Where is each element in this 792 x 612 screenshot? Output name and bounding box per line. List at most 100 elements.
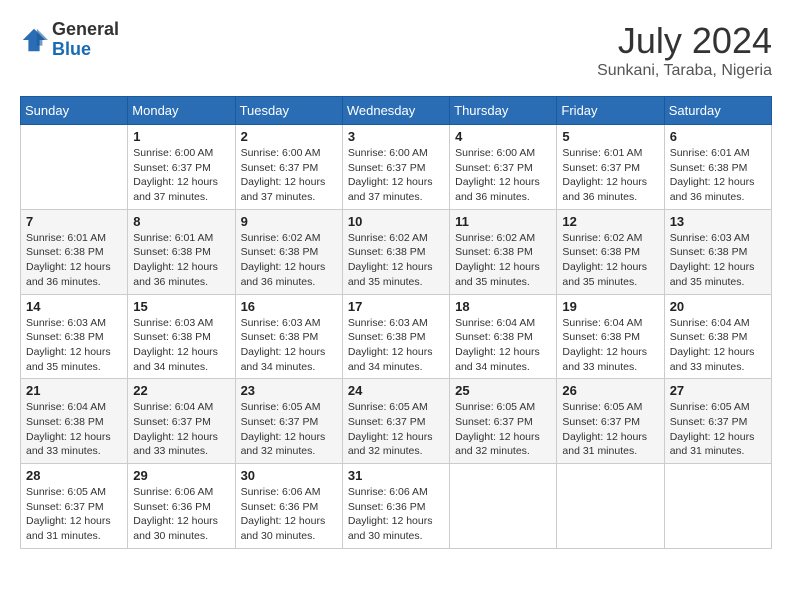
- day-cell: 2 Sunrise: 6:00 AM Sunset: 6:37 PM Daylig…: [235, 125, 342, 210]
- day-number: 17: [348, 299, 444, 314]
- day-info: Sunrise: 6:01 AM Sunset: 6:37 PM Dayligh…: [562, 146, 658, 205]
- day-cell: 31 Sunrise: 6:06 AM Sunset: 6:36 PM Dayli…: [342, 464, 449, 549]
- day-info: Sunrise: 6:00 AM Sunset: 6:37 PM Dayligh…: [348, 146, 444, 205]
- day-info: Sunrise: 6:01 AM Sunset: 6:38 PM Dayligh…: [133, 231, 229, 290]
- day-number: 27: [670, 383, 766, 398]
- day-cell: 20 Sunrise: 6:04 AM Sunset: 6:38 PM Dayli…: [664, 294, 771, 379]
- day-header-monday: Monday: [128, 97, 235, 125]
- day-number: 8: [133, 214, 229, 229]
- day-number: 14: [26, 299, 122, 314]
- day-number: 2: [241, 129, 337, 144]
- day-cell: 25Sunrise: 6:05 AM Sunset: 6:37 PM Dayli…: [450, 379, 557, 464]
- week-row-1: 1 Sunrise: 6:00 AM Sunset: 6:37 PM Daylig…: [21, 125, 772, 210]
- day-number: 31: [348, 468, 444, 483]
- day-number: 30: [241, 468, 337, 483]
- day-cell: 4 Sunrise: 6:00 AM Sunset: 6:37 PM Daylig…: [450, 125, 557, 210]
- title-area: July 2024 Sunkani, Taraba, Nigeria: [597, 20, 772, 80]
- day-number: 29: [133, 468, 229, 483]
- day-info: Sunrise: 6:00 AM Sunset: 6:37 PM Dayligh…: [455, 146, 551, 205]
- day-header-friday: Friday: [557, 97, 664, 125]
- day-cell: 14Sunrise: 6:03 AM Sunset: 6:38 PM Dayli…: [21, 294, 128, 379]
- day-cell: 1 Sunrise: 6:00 AM Sunset: 6:37 PM Daylig…: [128, 125, 235, 210]
- day-cell: 27 Sunrise: 6:05 AM Sunset: 6:37 PM Dayli…: [664, 379, 771, 464]
- day-cell: [450, 464, 557, 549]
- day-number: 21: [26, 383, 122, 398]
- day-info: Sunrise: 6:01 AM Sunset: 6:38 PM Dayligh…: [670, 146, 766, 205]
- day-info: Sunrise: 6:00 AM Sunset: 6:37 PM Dayligh…: [241, 146, 337, 205]
- day-number: 13: [670, 214, 766, 229]
- day-cell: 5 Sunrise: 6:01 AM Sunset: 6:37 PM Daylig…: [557, 125, 664, 210]
- day-number: 20: [670, 299, 766, 314]
- header-row: SundayMondayTuesdayWednesdayThursdayFrid…: [21, 97, 772, 125]
- day-number: 9: [241, 214, 337, 229]
- day-number: 22: [133, 383, 229, 398]
- day-info: Sunrise: 6:06 AM Sunset: 6:36 PM Dayligh…: [348, 485, 444, 544]
- day-info: Sunrise: 6:04 AM Sunset: 6:38 PM Dayligh…: [562, 316, 658, 375]
- day-cell: 16Sunrise: 6:03 AM Sunset: 6:38 PM Dayli…: [235, 294, 342, 379]
- day-cell: 21 Sunrise: 6:04 AM Sunset: 6:38 PM Dayli…: [21, 379, 128, 464]
- day-info: Sunrise: 6:04 AM Sunset: 6:38 PM Dayligh…: [26, 400, 122, 459]
- logo: General Blue: [20, 20, 119, 60]
- day-cell: 23 Sunrise: 6:05 AM Sunset: 6:37 PM Dayli…: [235, 379, 342, 464]
- day-info: Sunrise: 6:05 AM Sunset: 6:37 PM Dayligh…: [241, 400, 337, 459]
- day-cell: 28 Sunrise: 6:05 AM Sunset: 6:37 PM Dayli…: [21, 464, 128, 549]
- week-row-5: 28 Sunrise: 6:05 AM Sunset: 6:37 PM Dayli…: [21, 464, 772, 549]
- day-info: Sunrise: 6:06 AM Sunset: 6:36 PM Dayligh…: [241, 485, 337, 544]
- logo-general-text: General: [52, 19, 119, 39]
- day-number: 1: [133, 129, 229, 144]
- day-cell: 6 Sunrise: 6:01 AM Sunset: 6:38 PM Daylig…: [664, 125, 771, 210]
- day-info: Sunrise: 6:04 AM Sunset: 6:37 PM Dayligh…: [133, 400, 229, 459]
- day-info: Sunrise: 6:05 AM Sunset: 6:37 PM Dayligh…: [26, 485, 122, 544]
- day-cell: 11 Sunrise: 6:02 AM Sunset: 6:38 PM Dayli…: [450, 209, 557, 294]
- day-cell: 13 Sunrise: 6:03 AM Sunset: 6:38 PM Dayli…: [664, 209, 771, 294]
- day-info: Sunrise: 6:05 AM Sunset: 6:37 PM Dayligh…: [562, 400, 658, 459]
- calendar-table: SundayMondayTuesdayWednesdayThursdayFrid…: [20, 96, 772, 549]
- day-cell: 18Sunrise: 6:04 AM Sunset: 6:38 PM Dayli…: [450, 294, 557, 379]
- day-cell: 9Sunrise: 6:02 AM Sunset: 6:38 PM Daylig…: [235, 209, 342, 294]
- day-info: Sunrise: 6:03 AM Sunset: 6:38 PM Dayligh…: [670, 231, 766, 290]
- day-info: Sunrise: 6:02 AM Sunset: 6:38 PM Dayligh…: [562, 231, 658, 290]
- day-info: Sunrise: 6:03 AM Sunset: 6:38 PM Dayligh…: [133, 316, 229, 375]
- day-number: 19: [562, 299, 658, 314]
- day-info: Sunrise: 6:05 AM Sunset: 6:37 PM Dayligh…: [348, 400, 444, 459]
- header: General Blue July 2024 Sunkani, Taraba, …: [20, 20, 772, 80]
- day-cell: 30 Sunrise: 6:06 AM Sunset: 6:36 PM Dayli…: [235, 464, 342, 549]
- day-number: 3: [348, 129, 444, 144]
- day-cell: 22 Sunrise: 6:04 AM Sunset: 6:37 PM Dayli…: [128, 379, 235, 464]
- logo-icon: [20, 26, 48, 54]
- day-header-tuesday: Tuesday: [235, 97, 342, 125]
- day-info: Sunrise: 6:02 AM Sunset: 6:38 PM Dayligh…: [455, 231, 551, 290]
- day-info: Sunrise: 6:06 AM Sunset: 6:36 PM Dayligh…: [133, 485, 229, 544]
- day-number: 11: [455, 214, 551, 229]
- day-info: Sunrise: 6:03 AM Sunset: 6:38 PM Dayligh…: [241, 316, 337, 375]
- day-cell: [21, 125, 128, 210]
- day-cell: 26Sunrise: 6:05 AM Sunset: 6:37 PM Dayli…: [557, 379, 664, 464]
- day-header-sunday: Sunday: [21, 97, 128, 125]
- day-info: Sunrise: 6:04 AM Sunset: 6:38 PM Dayligh…: [670, 316, 766, 375]
- day-header-wednesday: Wednesday: [342, 97, 449, 125]
- day-number: 18: [455, 299, 551, 314]
- day-cell: 19 Sunrise: 6:04 AM Sunset: 6:38 PM Dayli…: [557, 294, 664, 379]
- day-info: Sunrise: 6:00 AM Sunset: 6:37 PM Dayligh…: [133, 146, 229, 205]
- day-number: 23: [241, 383, 337, 398]
- day-info: Sunrise: 6:03 AM Sunset: 6:38 PM Dayligh…: [348, 316, 444, 375]
- week-row-4: 21 Sunrise: 6:04 AM Sunset: 6:38 PM Dayli…: [21, 379, 772, 464]
- day-header-thursday: Thursday: [450, 97, 557, 125]
- day-number: 28: [26, 468, 122, 483]
- day-number: 6: [670, 129, 766, 144]
- day-number: 5: [562, 129, 658, 144]
- day-cell: 12 Sunrise: 6:02 AM Sunset: 6:38 PM Dayli…: [557, 209, 664, 294]
- day-cell: 7Sunrise: 6:01 AM Sunset: 6:38 PM Daylig…: [21, 209, 128, 294]
- day-number: 12: [562, 214, 658, 229]
- day-number: 4: [455, 129, 551, 144]
- day-info: Sunrise: 6:01 AM Sunset: 6:38 PM Dayligh…: [26, 231, 122, 290]
- day-cell: 10Sunrise: 6:02 AM Sunset: 6:38 PM Dayli…: [342, 209, 449, 294]
- day-cell: 8 Sunrise: 6:01 AM Sunset: 6:38 PM Daylig…: [128, 209, 235, 294]
- day-info: Sunrise: 6:05 AM Sunset: 6:37 PM Dayligh…: [670, 400, 766, 459]
- day-cell: [557, 464, 664, 549]
- day-cell: 29 Sunrise: 6:06 AM Sunset: 6:36 PM Dayli…: [128, 464, 235, 549]
- day-number: 24: [348, 383, 444, 398]
- day-number: 10: [348, 214, 444, 229]
- location-title: Sunkani, Taraba, Nigeria: [597, 62, 772, 80]
- week-row-3: 14 Sunrise: 6:03 AM Sunset: 6:38 PM Dayli…: [21, 294, 772, 379]
